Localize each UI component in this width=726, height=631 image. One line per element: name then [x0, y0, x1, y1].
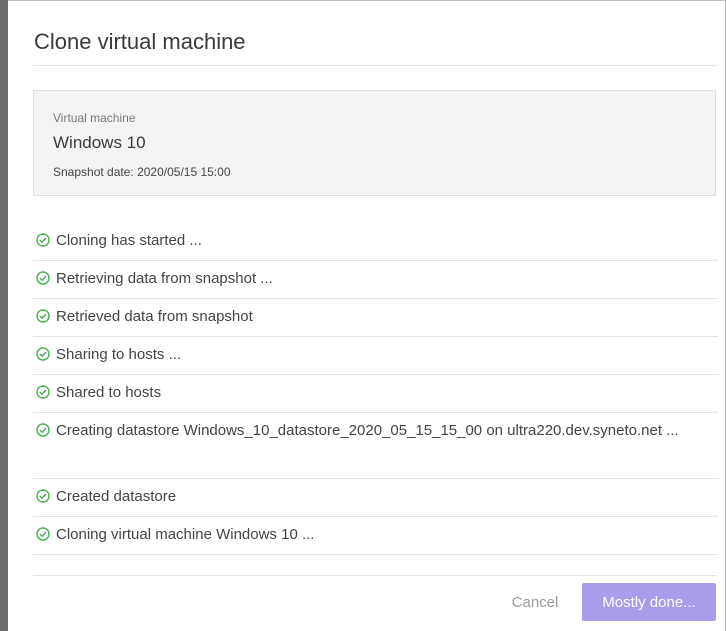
step-item: Creating datastore Windows_10_datastore_… [33, 413, 718, 479]
snapshot-date: Snapshot date: 2020/05/15 15:00 [53, 165, 231, 179]
title-divider [33, 65, 717, 66]
check-circle-icon [36, 527, 50, 541]
step-item: Retrieved data from snapshot [33, 299, 718, 337]
check-circle-icon [36, 423, 50, 437]
clone-vm-dialog: Clone virtual machine Virtual machine Wi… [8, 0, 726, 631]
step-label: Shared to hosts [56, 384, 162, 401]
step-label: Cloning virtual machine Windows 10 ... [56, 526, 315, 543]
step-label: Creating datastore Windows_10_datastore_… [56, 422, 679, 439]
step-item: Cloning has started ... [33, 223, 718, 261]
step-label: Retrieving data from snapshot ... [56, 270, 273, 287]
step-item: Retrieving data from snapshot ... [33, 261, 718, 299]
step-label: Cloning has started ... [56, 232, 202, 249]
check-circle-icon [36, 271, 50, 285]
check-circle-icon [36, 233, 50, 247]
step-item: Sharing to hosts ... [33, 337, 718, 375]
footer-divider [33, 575, 717, 576]
check-circle-icon [36, 489, 50, 503]
background-window-edge [0, 0, 8, 631]
check-circle-icon [36, 347, 50, 361]
step-label: Created datastore [56, 488, 177, 505]
step-item: Created datastore [33, 479, 718, 517]
vm-name: Windows 10 [53, 133, 146, 152]
mostly-done-button[interactable]: Mostly done... [582, 583, 716, 621]
check-circle-icon [36, 309, 50, 323]
vm-caption: Virtual machine [53, 111, 136, 125]
step-item: Shared to hosts [33, 375, 718, 413]
progress-steps: Cloning has started ... Retrieving data … [33, 223, 718, 555]
check-circle-icon [36, 385, 50, 399]
dialog-title: Clone virtual machine [34, 29, 246, 54]
cancel-button[interactable]: Cancel [490, 584, 580, 620]
step-label: Sharing to hosts ... [56, 346, 182, 363]
step-item: Cloning virtual machine Windows 10 ... [33, 517, 718, 555]
vm-info-card: Virtual machine Windows 10 Snapshot date… [33, 90, 716, 196]
step-label: Retrieved data from snapshot [56, 308, 253, 325]
